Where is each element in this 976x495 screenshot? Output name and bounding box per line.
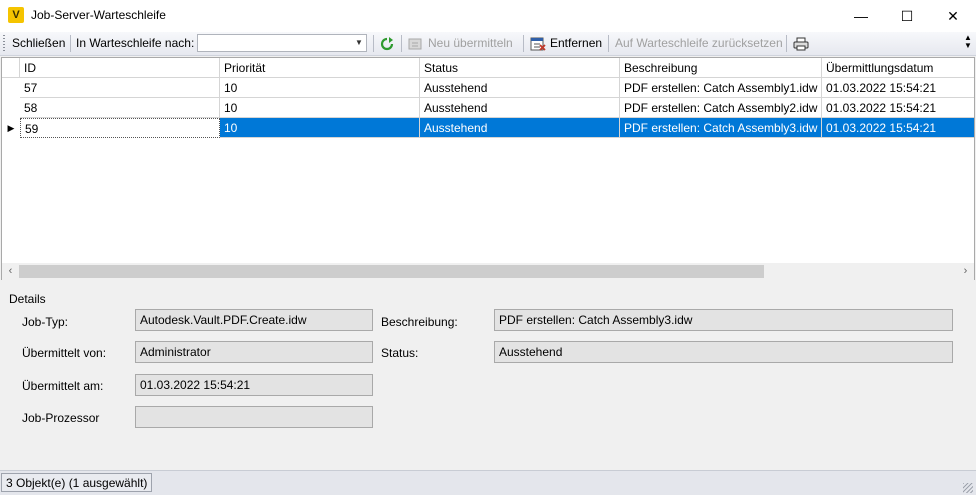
cell-date: 01.03.2022 15:54:21	[822, 98, 974, 118]
toolbar-separator	[608, 35, 609, 52]
submitted-by-label: Übermittelt von:	[22, 346, 107, 360]
submitted-at-label: Übermittelt am:	[22, 379, 104, 393]
cell-date: 01.03.2022 15:54:21	[822, 118, 974, 138]
cell-id: 58	[20, 98, 220, 118]
toolbar-separator	[401, 35, 402, 52]
resubmit-button[interactable]: Neu übermitteln	[408, 35, 513, 51]
description-field: PDF erstellen: Catch Assembly3.idw	[494, 309, 953, 331]
row-header[interactable]	[2, 78, 20, 98]
queue-select[interactable]: ▼	[197, 34, 367, 52]
toolbar-separator	[786, 35, 787, 52]
vault-app-icon: V	[8, 7, 24, 23]
resize-grip-icon[interactable]	[963, 483, 973, 493]
job-queue-grid[interactable]: ID Priorität Status Beschreibung Übermit…	[1, 57, 975, 264]
cell-description: PDF erstellen: Catch Assembly1.idw	[620, 78, 822, 98]
cell-description: PDF erstellen: Catch Assembly3.idw	[620, 118, 822, 138]
current-row-arrow-icon[interactable]: ▶	[2, 118, 20, 138]
row-header[interactable]	[2, 98, 20, 118]
cell-priority: 10	[220, 98, 420, 118]
reset-queue-button[interactable]: Auf Warteschleife zurücksetzen	[615, 35, 783, 51]
resubmit-label: Neu übermitteln	[428, 36, 513, 50]
cell-priority: 10	[220, 78, 420, 98]
row-header-corner	[2, 58, 20, 78]
submitted-by-field: Administrator	[135, 341, 373, 363]
toolbar-separator	[373, 35, 374, 52]
job-processor-label: Job-Prozessor	[22, 411, 100, 425]
description-label: Beschreibung:	[381, 315, 458, 329]
column-header-id[interactable]: ID	[20, 58, 220, 78]
maximize-button[interactable]: ☐	[884, 0, 930, 32]
refresh-icon	[379, 36, 395, 51]
toolbar: Schließen In Warteschleife nach: ▼ Neu ü…	[0, 32, 976, 56]
horizontal-scrollbar[interactable]: ‹ ›	[1, 263, 975, 280]
chevron-down-icon[interactable]: ▼	[352, 35, 366, 51]
column-header-date[interactable]: Übermittlungsdatum	[822, 58, 974, 78]
print-icon	[793, 37, 809, 51]
window-title: Job-Server-Warteschleife	[31, 8, 166, 22]
cell-priority: 10	[220, 118, 420, 138]
details-group-title: Details	[9, 292, 46, 306]
scrollbar-thumb[interactable]	[19, 265, 764, 278]
column-header-status[interactable]: Status	[420, 58, 620, 78]
remove-label: Entfernen	[550, 36, 603, 50]
submitted-at-field: 01.03.2022 15:54:21	[135, 374, 373, 396]
cell-status: Ausstehend	[420, 118, 620, 138]
close-window-button[interactable]: ✕	[930, 0, 976, 32]
cell-id: 59	[20, 118, 220, 138]
toolbar-separator	[523, 35, 524, 52]
remove-icon	[530, 37, 546, 51]
print-button[interactable]	[793, 35, 813, 51]
title-bar: V Job-Server-Warteschleife — ☐ ✕	[0, 0, 976, 33]
cell-status: Ausstehend	[420, 98, 620, 118]
cell-status: Ausstehend	[420, 78, 620, 98]
job-type-field: Autodesk.Vault.PDF.Create.idw	[135, 309, 373, 331]
status-label: Status:	[381, 346, 419, 360]
refresh-button[interactable]	[379, 35, 399, 51]
toolbar-grip[interactable]	[3, 35, 5, 52]
queue-label: In Warteschleife nach:	[76, 36, 195, 50]
resubmit-icon	[408, 37, 424, 51]
scroll-right-icon[interactable]: ›	[957, 263, 974, 280]
toolbar-separator	[70, 35, 71, 52]
cell-date: 01.03.2022 15:54:21	[822, 78, 974, 98]
remove-button[interactable]: Entfernen	[530, 35, 602, 51]
column-header-description[interactable]: Beschreibung	[620, 58, 822, 78]
cell-id: 57	[20, 78, 220, 98]
job-type-label: Job-Typ:	[22, 315, 69, 329]
cell-description: PDF erstellen: Catch Assembly2.idw	[620, 98, 822, 118]
toolbar-overflow-icon[interactable]: ▲ ▼	[964, 34, 972, 50]
close-button[interactable]: Schließen	[12, 35, 65, 51]
status-text: 3 Objekt(e) (1 ausgewählt)	[1, 473, 153, 492]
minimize-button[interactable]: —	[838, 0, 884, 32]
status-bar: 3 Objekt(e) (1 ausgewählt)	[0, 470, 976, 495]
status-field: Ausstehend	[494, 341, 953, 363]
column-header-priority[interactable]: Priorität	[220, 58, 420, 78]
job-processor-field	[135, 406, 373, 428]
scroll-left-icon[interactable]: ‹	[2, 263, 19, 280]
